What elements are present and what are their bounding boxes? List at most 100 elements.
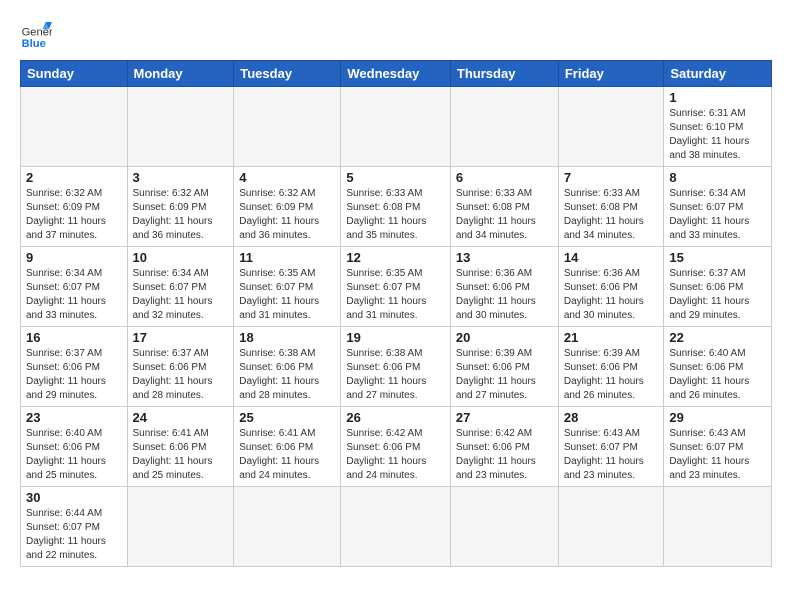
calendar-cell: 13 Sunrise: 6:36 AM Sunset: 6:06 PM Dayli… <box>450 247 558 327</box>
calendar-cell: 20 Sunrise: 6:39 AM Sunset: 6:06 PM Dayli… <box>450 327 558 407</box>
weekday-thursday: Thursday <box>450 61 558 87</box>
day-number: 29 <box>669 410 766 425</box>
calendar-cell <box>234 87 341 167</box>
day-info: Sunrise: 6:41 AM Sunset: 6:06 PM Dayligh… <box>239 427 335 483</box>
day-number: 10 <box>133 250 229 265</box>
calendar-row-3: 9 Sunrise: 6:34 AM Sunset: 6:07 PM Daylig… <box>21 247 772 327</box>
day-number: 4 <box>239 170 335 185</box>
calendar-cell: 17 Sunrise: 6:37 AM Sunset: 6:06 PM Dayli… <box>127 327 234 407</box>
day-number: 7 <box>564 170 659 185</box>
calendar-cell: 21 Sunrise: 6:39 AM Sunset: 6:06 PM Dayli… <box>558 327 664 407</box>
day-number: 23 <box>26 410 122 425</box>
day-info: Sunrise: 6:37 AM Sunset: 6:06 PM Dayligh… <box>669 267 766 323</box>
day-info: Sunrise: 6:32 AM Sunset: 6:09 PM Dayligh… <box>239 187 335 243</box>
calendar-cell: 30Sunrise: 6:44 AM Sunset: 6:07 PM Dayli… <box>21 487 128 567</box>
day-number: 28 <box>564 410 659 425</box>
calendar-cell <box>664 487 772 567</box>
calendar-cell: 29 Sunrise: 6:43 AM Sunset: 6:07 PM Dayli… <box>664 407 772 487</box>
logo: General Blue <box>20 18 56 50</box>
weekday-friday: Friday <box>558 61 664 87</box>
day-number: 22 <box>669 330 766 345</box>
day-info: Sunrise: 6:36 AM Sunset: 6:06 PM Dayligh… <box>456 267 553 323</box>
day-info: Sunrise: 6:33 AM Sunset: 6:08 PM Dayligh… <box>456 187 553 243</box>
weekday-header-row: SundayMondayTuesdayWednesdayThursdayFrid… <box>21 61 772 87</box>
day-info: Sunrise: 6:35 AM Sunset: 6:07 PM Dayligh… <box>346 267 445 323</box>
logo-icon: General Blue <box>20 18 52 50</box>
calendar-cell <box>21 87 128 167</box>
day-number: 25 <box>239 410 335 425</box>
day-number: 3 <box>133 170 229 185</box>
day-info: Sunrise: 6:37 AM Sunset: 6:06 PM Dayligh… <box>133 347 229 403</box>
calendar-cell <box>558 487 664 567</box>
calendar-cell: 8 Sunrise: 6:34 AM Sunset: 6:07 PM Daylig… <box>664 167 772 247</box>
calendar-cell: 25 Sunrise: 6:41 AM Sunset: 6:06 PM Dayli… <box>234 407 341 487</box>
day-info: Sunrise: 6:32 AM Sunset: 6:09 PM Dayligh… <box>26 187 122 243</box>
day-info: Sunrise: 6:34 AM Sunset: 6:07 PM Dayligh… <box>669 187 766 243</box>
calendar-cell: 9 Sunrise: 6:34 AM Sunset: 6:07 PM Daylig… <box>21 247 128 327</box>
day-info: Sunrise: 6:43 AM Sunset: 6:07 PM Dayligh… <box>564 427 659 483</box>
day-number: 9 <box>26 250 122 265</box>
day-number: 2 <box>26 170 122 185</box>
calendar-cell <box>558 87 664 167</box>
day-info: Sunrise: 6:33 AM Sunset: 6:08 PM Dayligh… <box>346 187 445 243</box>
day-info: Sunrise: 6:42 AM Sunset: 6:06 PM Dayligh… <box>346 427 445 483</box>
calendar-cell <box>450 87 558 167</box>
calendar-cell: 24Sunrise: 6:41 AM Sunset: 6:06 PM Dayli… <box>127 407 234 487</box>
calendar-cell: 26Sunrise: 6:42 AM Sunset: 6:06 PM Dayli… <box>341 407 451 487</box>
day-info: Sunrise: 6:35 AM Sunset: 6:07 PM Dayligh… <box>239 267 335 323</box>
day-number: 30 <box>26 490 122 505</box>
calendar-cell: 1 Sunrise: 6:31 AM Sunset: 6:10 PM Daylig… <box>664 87 772 167</box>
day-number: 11 <box>239 250 335 265</box>
weekday-tuesday: Tuesday <box>234 61 341 87</box>
day-info: Sunrise: 6:37 AM Sunset: 6:06 PM Dayligh… <box>26 347 122 403</box>
header: General Blue <box>20 18 772 50</box>
calendar-cell <box>341 487 451 567</box>
day-number: 20 <box>456 330 553 345</box>
calendar-cell: 11 Sunrise: 6:35 AM Sunset: 6:07 PM Dayli… <box>234 247 341 327</box>
day-info: Sunrise: 6:40 AM Sunset: 6:06 PM Dayligh… <box>669 347 766 403</box>
day-number: 18 <box>239 330 335 345</box>
day-info: Sunrise: 6:42 AM Sunset: 6:06 PM Dayligh… <box>456 427 553 483</box>
day-info: Sunrise: 6:38 AM Sunset: 6:06 PM Dayligh… <box>239 347 335 403</box>
calendar-row-6: 30Sunrise: 6:44 AM Sunset: 6:07 PM Dayli… <box>21 487 772 567</box>
calendar-table: SundayMondayTuesdayWednesdayThursdayFrid… <box>20 60 772 567</box>
weekday-monday: Monday <box>127 61 234 87</box>
weekday-wednesday: Wednesday <box>341 61 451 87</box>
day-number: 27 <box>456 410 553 425</box>
day-info: Sunrise: 6:31 AM Sunset: 6:10 PM Dayligh… <box>669 107 766 163</box>
day-info: Sunrise: 6:39 AM Sunset: 6:06 PM Dayligh… <box>564 347 659 403</box>
day-number: 8 <box>669 170 766 185</box>
calendar-cell: 5 Sunrise: 6:33 AM Sunset: 6:08 PM Daylig… <box>341 167 451 247</box>
calendar-cell: 16 Sunrise: 6:37 AM Sunset: 6:06 PM Dayli… <box>21 327 128 407</box>
day-number: 21 <box>564 330 659 345</box>
calendar-cell: 12Sunrise: 6:35 AM Sunset: 6:07 PM Dayli… <box>341 247 451 327</box>
day-number: 16 <box>26 330 122 345</box>
day-number: 19 <box>346 330 445 345</box>
calendar-cell: 22 Sunrise: 6:40 AM Sunset: 6:06 PM Dayli… <box>664 327 772 407</box>
day-info: Sunrise: 6:43 AM Sunset: 6:07 PM Dayligh… <box>669 427 766 483</box>
calendar-row-1: 1 Sunrise: 6:31 AM Sunset: 6:10 PM Daylig… <box>21 87 772 167</box>
calendar-row-5: 23Sunrise: 6:40 AM Sunset: 6:06 PM Dayli… <box>21 407 772 487</box>
svg-text:Blue: Blue <box>22 38 46 50</box>
calendar-cell: 27 Sunrise: 6:42 AM Sunset: 6:06 PM Dayli… <box>450 407 558 487</box>
calendar-page: General Blue SundayMondayTuesdayWednesda… <box>0 0 792 612</box>
day-info: Sunrise: 6:34 AM Sunset: 6:07 PM Dayligh… <box>26 267 122 323</box>
calendar-cell: 15 Sunrise: 6:37 AM Sunset: 6:06 PM Dayli… <box>664 247 772 327</box>
day-number: 24 <box>133 410 229 425</box>
calendar-cell: 23Sunrise: 6:40 AM Sunset: 6:06 PM Dayli… <box>21 407 128 487</box>
weekday-sunday: Sunday <box>21 61 128 87</box>
day-number: 5 <box>346 170 445 185</box>
calendar-cell <box>450 487 558 567</box>
day-number: 13 <box>456 250 553 265</box>
day-number: 1 <box>669 90 766 105</box>
calendar-cell <box>127 87 234 167</box>
calendar-cell: 7 Sunrise: 6:33 AM Sunset: 6:08 PM Daylig… <box>558 167 664 247</box>
day-number: 17 <box>133 330 229 345</box>
calendar-cell: 19Sunrise: 6:38 AM Sunset: 6:06 PM Dayli… <box>341 327 451 407</box>
day-number: 15 <box>669 250 766 265</box>
day-info: Sunrise: 6:33 AM Sunset: 6:08 PM Dayligh… <box>564 187 659 243</box>
day-number: 14 <box>564 250 659 265</box>
day-info: Sunrise: 6:39 AM Sunset: 6:06 PM Dayligh… <box>456 347 553 403</box>
calendar-cell: 3Sunrise: 6:32 AM Sunset: 6:09 PM Daylig… <box>127 167 234 247</box>
day-info: Sunrise: 6:34 AM Sunset: 6:07 PM Dayligh… <box>133 267 229 323</box>
